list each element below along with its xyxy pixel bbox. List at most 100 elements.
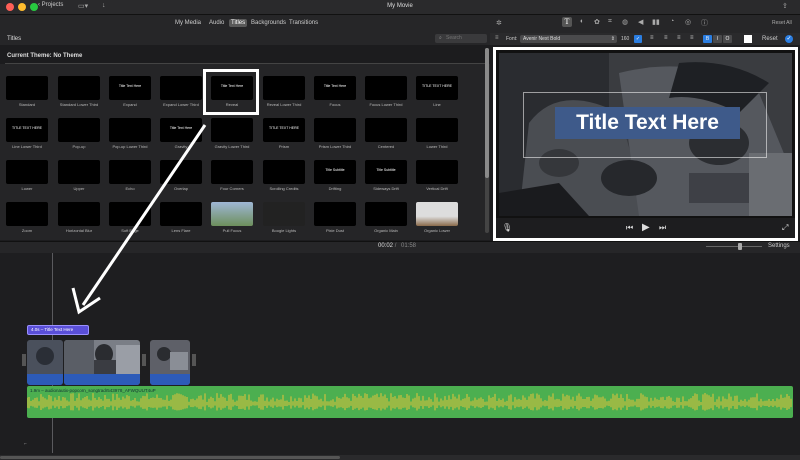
window-title: My Movie — [387, 3, 413, 9]
title-tile[interactable] — [109, 118, 151, 142]
title-tile[interactable] — [160, 202, 202, 226]
tab-backgrounds[interactable]: Backgrounds — [249, 19, 288, 27]
browser-scroll-thumb[interactable] — [485, 48, 489, 178]
stabilization-icon[interactable]: ◍ — [622, 18, 628, 26]
color-correction-icon[interactable]: ✿ — [594, 18, 600, 26]
magic-wand-icon[interactable]: ✲ — [496, 19, 502, 27]
font-size-field[interactable]: 160 — [621, 36, 629, 42]
info-icon[interactable]: ⓘ — [701, 18, 708, 28]
title-tile[interactable] — [6, 202, 48, 226]
text-color-swatch[interactable] — [744, 35, 752, 43]
tile-preview-text: Title Subtitle — [376, 168, 396, 172]
title-tile[interactable] — [314, 202, 356, 226]
tab-my-media[interactable]: My Media — [173, 19, 203, 27]
title-tile[interactable] — [211, 160, 253, 184]
title-tile[interactable]: Title Subtitle — [365, 160, 407, 184]
volume-icon[interactable]: ◀ — [638, 18, 643, 26]
microphone-icon[interactable]: 🎙 — [502, 223, 512, 232]
bold-button[interactable]: B — [703, 35, 712, 43]
title-tile[interactable] — [365, 118, 407, 142]
title-tile[interactable] — [211, 202, 253, 226]
title-tile[interactable] — [263, 160, 305, 184]
align-right-icon[interactable]: ≡ — [677, 35, 681, 41]
clip-trim-handle[interactable] — [192, 354, 196, 366]
tile-label: Vertical Drift — [426, 186, 448, 191]
filter-icon[interactable]: ◎ — [685, 18, 691, 26]
audio-clip-label: 1.9m – audionautix-popcorn_songtradr5439… — [30, 388, 156, 393]
title-tile[interactable] — [365, 76, 407, 100]
title-tile[interactable]: TITLE TEXT HERE — [263, 118, 305, 142]
clip-thumbnail — [64, 340, 140, 385]
title-tile[interactable] — [160, 160, 202, 184]
align-center-icon[interactable]: ≡ — [664, 35, 668, 41]
video-clip[interactable] — [27, 340, 63, 385]
chevron-down-icon: ⇕ — [610, 36, 615, 42]
title-tile[interactable]: Title Text Here — [160, 118, 202, 142]
font-select[interactable]: Avenir Next Bold ⇕ — [520, 35, 617, 43]
title-tile[interactable] — [263, 76, 305, 100]
title-tile[interactable] — [58, 160, 100, 184]
share-icon[interactable]: ⇪ — [782, 2, 788, 10]
title-tile[interactable] — [416, 118, 458, 142]
reset-button[interactable]: Reset — [762, 36, 778, 42]
skip-back-icon[interactable]: ⏮ — [626, 223, 633, 233]
video-clip[interactable] — [150, 340, 190, 385]
title-tile[interactable]: Title Text Here — [109, 76, 151, 100]
font-menu-icon[interactable]: ≡ — [495, 35, 499, 41]
timeline-settings-button[interactable]: Settings — [768, 243, 790, 249]
skip-forward-icon[interactable]: ⏭ — [659, 223, 666, 233]
title-tile[interactable] — [6, 76, 48, 100]
title-tile[interactable]: TITLE TEXT HERE — [416, 76, 458, 100]
timecode-total: 01:58 — [401, 243, 417, 249]
color-balance-icon[interactable]: ◐ — [580, 18, 584, 25]
title-tile[interactable] — [314, 118, 356, 142]
italic-button[interactable]: I — [713, 35, 722, 43]
title-tile[interactable]: Title Subtitle — [314, 160, 356, 184]
speed-icon[interactable]: ◔ — [670, 18, 674, 25]
text-tool-icon[interactable]: T — [562, 17, 572, 27]
zoom-slider[interactable] — [706, 246, 762, 247]
title-tile[interactable] — [6, 160, 48, 184]
titles-header — [0, 33, 490, 45]
title-tile[interactable] — [58, 76, 100, 100]
title-tile[interactable] — [416, 202, 458, 226]
title-tile[interactable]: Title Text Here — [314, 76, 356, 100]
search-input[interactable] — [446, 35, 484, 41]
tab-titles[interactable]: Titles — [229, 19, 248, 27]
noise-reduction-icon[interactable]: ▮▮ — [652, 18, 660, 26]
clip-trim-handle[interactable] — [142, 354, 146, 366]
tile-label: Four Corners — [220, 186, 244, 191]
title-tile[interactable] — [58, 118, 100, 142]
timeline-scroll-thumb[interactable] — [0, 456, 340, 459]
reset-all-button[interactable]: Reset All — [772, 20, 792, 26]
tab-audio[interactable]: Audio — [207, 19, 226, 27]
title-tile[interactable] — [416, 160, 458, 184]
title-tile[interactable] — [109, 202, 151, 226]
video-clip[interactable] — [64, 340, 140, 385]
waveform-peaks — [27, 393, 792, 411]
crop-icon[interactable]: ⌗ — [608, 18, 612, 26]
title-tile[interactable]: TITLE TEXT HERE — [6, 118, 48, 142]
tab-transitions[interactable]: Transitions — [287, 19, 320, 27]
divider — [5, 63, 485, 64]
tile-label: Line — [433, 102, 441, 107]
align-left-icon[interactable]: ≡ — [650, 35, 654, 41]
clip-trim-handle[interactable] — [22, 354, 26, 366]
title-tile[interactable] — [365, 202, 407, 226]
play-icon[interactable]: ▶ — [642, 222, 650, 233]
justify-icon[interactable]: ≡ — [690, 35, 694, 41]
title-text-overlay[interactable]: Title Text Here — [555, 107, 740, 139]
title-tile[interactable] — [109, 160, 151, 184]
title-tile[interactable] — [160, 76, 202, 100]
title-tile[interactable] — [58, 202, 100, 226]
title-clip[interactable]: 4.0s – Title Text Here — [27, 325, 89, 335]
title-tile[interactable] — [211, 118, 253, 142]
title-tile[interactable] — [263, 202, 305, 226]
outline-button[interactable]: O — [723, 35, 732, 43]
fullscreen-icon[interactable]: ⤢ — [782, 223, 788, 233]
font-size-stepper-icon[interactable]: ✓ — [634, 35, 642, 43]
zoom-slider-knob[interactable] — [738, 243, 742, 250]
tile-preview-text: TITLE TEXT HERE — [11, 126, 43, 130]
apply-check-button[interactable]: ✓ — [785, 35, 793, 43]
tile-label: Pull Focus — [222, 228, 242, 233]
